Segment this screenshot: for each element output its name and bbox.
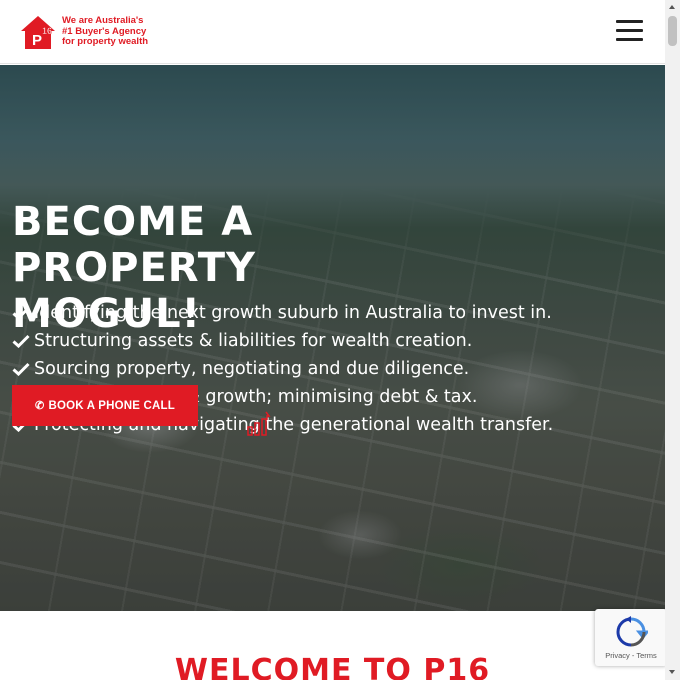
book-phone-call-button[interactable]: ✆ BOOK A PHONE CALL: [12, 385, 198, 426]
logo-tagline-line: for property wealth: [62, 36, 149, 48]
check-icon: [12, 306, 34, 320]
hamburger-menu-icon[interactable]: [616, 20, 644, 42]
growth-chart-icon: [247, 411, 271, 436]
logo-tagline: We are Australia's #1 Buyer's Agency for…: [62, 16, 148, 48]
house-logo-icon: P 16: [18, 12, 58, 52]
hero-title-line: PROPERTY: [12, 245, 257, 291]
site-logo[interactable]: P 16 We are Australia's #1 Buyer's Agenc…: [18, 12, 150, 52]
recaptcha-icon: [616, 616, 648, 647]
svg-text:16: 16: [42, 26, 52, 36]
feature-text: Identifying the next growth suburb in Au…: [34, 303, 552, 323]
feature-text: Sourcing property, negotiating and due d…: [34, 359, 470, 379]
book-phone-call-label: BOOK A PHONE CALL: [48, 399, 175, 412]
feature-text: Structuring assets & liabilities for wea…: [34, 331, 473, 351]
welcome-section: WELCOME TO P16: [0, 611, 665, 680]
recaptcha-badge[interactable]: Privacy - Terms: [595, 609, 667, 666]
feature-item: Structuring assets & liabilities for wea…: [12, 327, 657, 355]
recaptcha-links[interactable]: Privacy - Terms: [605, 651, 657, 660]
check-icon: [12, 362, 34, 376]
site-header: P 16 We are Australia's #1 Buyer's Agenc…: [0, 0, 665, 64]
check-icon: [12, 334, 34, 348]
hero-title-line: BECOME A: [12, 199, 254, 245]
phone-icon: ✆: [35, 400, 45, 412]
hero-section: BECOME A PROPERTY MOGUL! Identifying the…: [0, 65, 665, 611]
feature-item: Identifying the next growth suburb in Au…: [12, 299, 657, 327]
welcome-title: WELCOME TO P16: [174, 653, 491, 680]
scroll-up-icon[interactable]: [669, 5, 675, 9]
feature-item: Sourcing property, negotiating and due d…: [12, 355, 657, 383]
scroll-down-icon[interactable]: [669, 670, 675, 674]
scrollbar-thumb[interactable]: [668, 16, 677, 46]
page-scrollbar[interactable]: [665, 0, 680, 680]
svg-text:P: P: [32, 32, 42, 49]
